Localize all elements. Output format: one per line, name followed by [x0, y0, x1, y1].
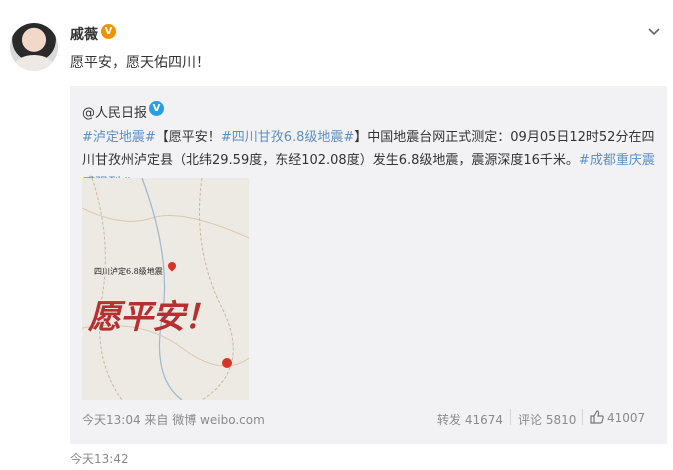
hashtag-link[interactable]: #泸定地震# [82, 130, 156, 145]
repost-verified-icon: V [149, 101, 164, 116]
post-text: 愿平安，愿天佑四川！ [70, 55, 210, 71]
image-headline: 愿平安！ [88, 297, 217, 336]
image-caption: 四川泸定6.8级地震 [94, 267, 163, 276]
post-time[interactable]: 今天13:42 [70, 450, 129, 467]
repost-time[interactable]: 今天13:04 [82, 413, 141, 427]
like-count[interactable]: 41007 [607, 411, 645, 425]
divider [582, 409, 583, 425]
avatar[interactable] [10, 23, 58, 71]
author-name[interactable]: 戚薇 [70, 24, 98, 44]
chevron-down-icon[interactable] [647, 24, 661, 38]
repost-text-part: 【愿平安！ [155, 130, 221, 145]
divider [510, 409, 511, 425]
forward-button[interactable]: 转发 41674 [437, 411, 503, 428]
avatar-shoulders [14, 55, 54, 71]
thumbs-up-icon[interactable] [590, 410, 604, 424]
repost-meta: 今天13:04 来自 微博 weibo.com [82, 411, 265, 428]
repost-source[interactable]: 来自 微博 weibo.com [144, 413, 264, 427]
map-background [82, 178, 249, 400]
hashtag-link[interactable]: #四川甘孜6.8级地震# [221, 130, 354, 145]
verified-badge-icon: V [101, 24, 116, 39]
repost-author[interactable]: @人民日报 [82, 102, 147, 121]
repost-image[interactable]: 四川泸定6.8级地震 愿平安！ [82, 178, 249, 400]
comment-button[interactable]: 评论 5810 [518, 411, 576, 428]
